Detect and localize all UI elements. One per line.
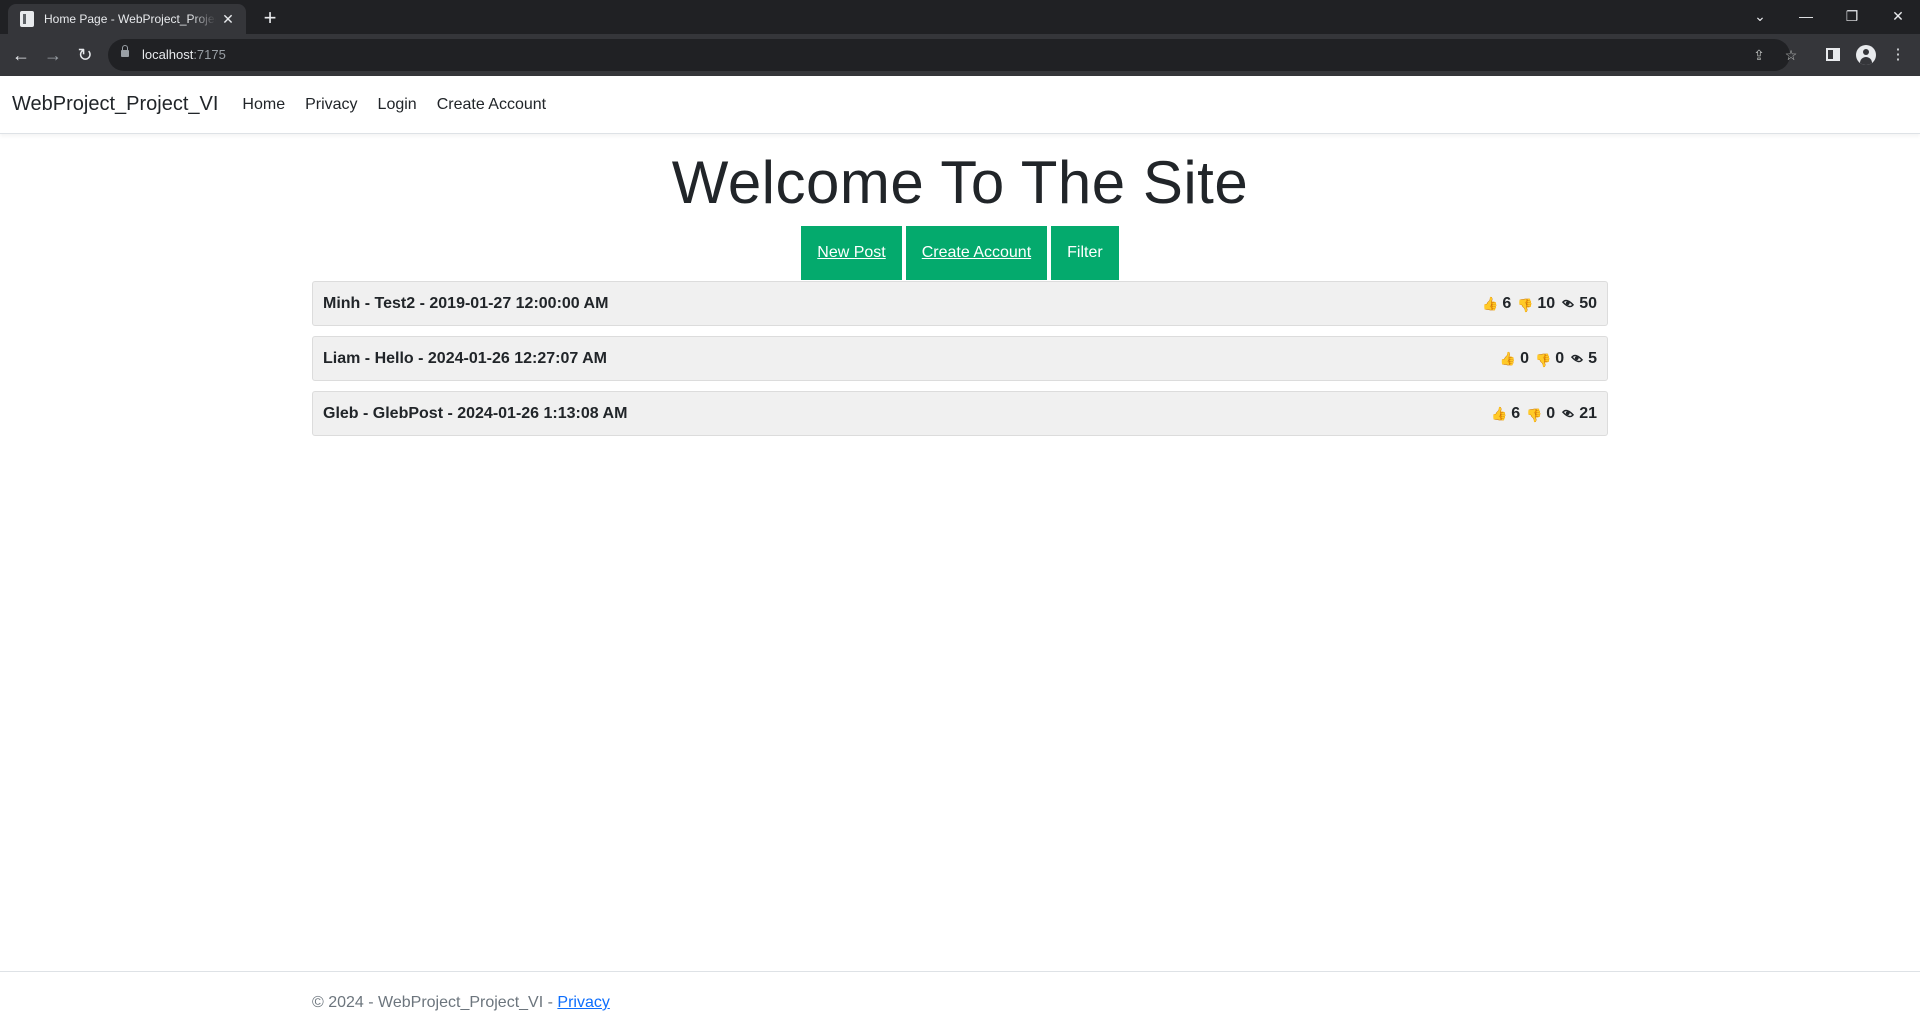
new-post-button[interactable]: New Post bbox=[801, 226, 902, 280]
post-list: Minh - Test2 - 2019-01-27 12:00:00 AM 👍 … bbox=[312, 281, 1608, 446]
address-bar[interactable]: localhost:7175 ⇪ ☆ bbox=[108, 39, 1797, 71]
dislike-count: 0 bbox=[1546, 404, 1556, 422]
tab-close-icon[interactable]: ✕ bbox=[220, 11, 236, 27]
view-count: 5 bbox=[1588, 349, 1597, 367]
create-account-button[interactable]: Create Account bbox=[905, 226, 1048, 280]
nav-link-home[interactable]: Home bbox=[242, 96, 285, 114]
eye-icon bbox=[1570, 352, 1584, 365]
post-title[interactable]: Liam - Hello - 2024-01-26 12:27:07 AM bbox=[323, 350, 607, 368]
page-title: Welcome To The Site bbox=[671, 149, 1249, 216]
side-panel-icon[interactable] bbox=[1826, 48, 1840, 61]
share-icon[interactable]: ⇪ bbox=[1748, 44, 1770, 66]
reload-icon[interactable]: ↻ bbox=[71, 41, 99, 69]
thumbs-up-icon[interactable]: 👍 bbox=[1482, 296, 1498, 312]
tab-title: Home Page - WebProject_Project_VI bbox=[44, 12, 216, 26]
browser-menu-icon[interactable]: ⋮ bbox=[1886, 43, 1910, 67]
post-stats: 👍 6 👍 0 21 bbox=[1485, 405, 1597, 423]
back-icon[interactable]: ← bbox=[7, 41, 35, 69]
post-stats: 👍 6 👍 10 50 bbox=[1476, 295, 1597, 313]
tab-strip: Home Page - WebProject_Project_VI ✕ + ⌄ … bbox=[0, 0, 1920, 34]
nav-link-create-account[interactable]: Create Account bbox=[437, 96, 546, 114]
post-stats: 👍 0 👍 0 5 bbox=[1494, 350, 1597, 368]
footer-text: © 2024 - WebProject_Project_VI - Privacy bbox=[312, 994, 610, 1012]
post-row[interactable]: Gleb - GlebPost - 2024-01-26 1:13:08 AM … bbox=[312, 391, 1608, 436]
minimize-button[interactable]: — bbox=[1786, 4, 1826, 28]
profile-avatar-icon[interactable] bbox=[1856, 45, 1876, 65]
page-favicon-icon bbox=[20, 11, 34, 27]
copyright-text: © 2024 - WebProject_Project_VI - bbox=[312, 994, 558, 1011]
thumbs-down-icon[interactable]: 👍 bbox=[1526, 407, 1542, 423]
view-count: 21 bbox=[1579, 404, 1597, 422]
eye-icon bbox=[1562, 407, 1575, 420]
like-count: 6 bbox=[1502, 294, 1512, 312]
like-count: 6 bbox=[1511, 404, 1521, 422]
footer-privacy-link[interactable]: Privacy bbox=[557, 994, 609, 1011]
eye-icon bbox=[1562, 297, 1575, 310]
post-title[interactable]: Minh - Test2 - 2019-01-27 12:00:00 AM bbox=[323, 295, 608, 313]
forward-icon[interactable]: → bbox=[39, 41, 67, 69]
new-tab-button[interactable]: + bbox=[258, 6, 282, 30]
thumbs-down-icon[interactable]: 👍 bbox=[1517, 297, 1533, 313]
dislike-count: 0 bbox=[1555, 349, 1565, 367]
lock-icon[interactable] bbox=[121, 45, 129, 57]
browser-toolbar: ← → ↻ localhost:7175 ⇪ ☆ ⋮ bbox=[0, 34, 1920, 76]
tab-search-icon[interactable]: ⌄ bbox=[1740, 4, 1780, 28]
view-count: 50 bbox=[1579, 294, 1597, 312]
post-title[interactable]: Gleb - GlebPost - 2024-01-26 1:13:08 AM bbox=[323, 405, 627, 423]
post-row[interactable]: Liam - Hello - 2024-01-26 12:27:07 AM 👍 … bbox=[312, 336, 1608, 381]
filter-button[interactable]: Filter bbox=[1051, 226, 1119, 280]
site-brand[interactable]: WebProject_Project_VI bbox=[12, 93, 218, 116]
thumbs-up-icon[interactable]: 👍 bbox=[1491, 406, 1507, 422]
page-footer: © 2024 - WebProject_Project_VI - Privacy bbox=[0, 971, 1920, 1033]
nav-link-privacy[interactable]: Privacy bbox=[305, 96, 357, 114]
thumbs-up-icon[interactable]: 👍 bbox=[1500, 351, 1516, 367]
site-navbar: WebProject_Project_VI Home Privacy Login… bbox=[0, 76, 1920, 134]
like-count: 0 bbox=[1520, 349, 1529, 367]
dislike-count: 10 bbox=[1537, 294, 1556, 312]
post-row[interactable]: Minh - Test2 - 2019-01-27 12:00:00 AM 👍 … bbox=[312, 281, 1608, 326]
url-text[interactable]: localhost:7175 bbox=[142, 47, 226, 62]
nav-link-login[interactable]: Login bbox=[378, 96, 417, 114]
thumbs-down-icon[interactable]: 👍 bbox=[1535, 352, 1551, 368]
action-buttons: New Post Create Account Filter bbox=[0, 226, 1920, 280]
browser-tab[interactable]: Home Page - WebProject_Project_VI ✕ bbox=[8, 4, 246, 34]
restore-button[interactable]: ❐ bbox=[1832, 4, 1872, 28]
close-window-button[interactable]: ✕ bbox=[1878, 4, 1918, 28]
bookmark-star-icon[interactable]: ☆ bbox=[1780, 44, 1802, 66]
